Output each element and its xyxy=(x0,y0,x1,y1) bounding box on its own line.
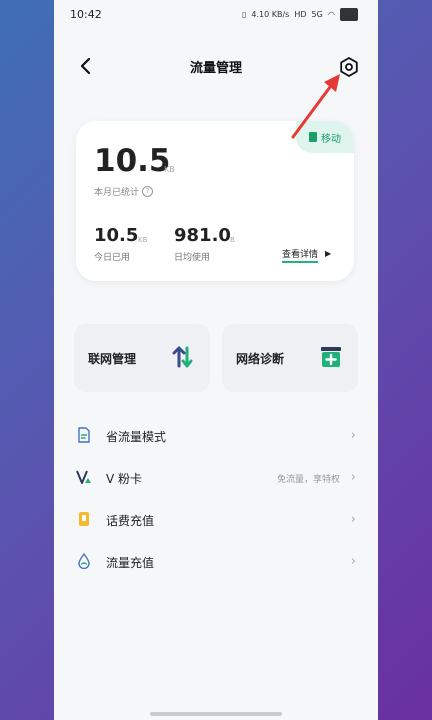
list-item-label: 话费充值 xyxy=(106,514,155,528)
daily-avg-unit: B xyxy=(230,236,235,244)
usage-card: 移动 10.5 KB 本月已统计 ? 10.5 KB 今日已用 981.0 B … xyxy=(76,121,354,281)
network-speed: 4.10 KB/s xyxy=(251,10,290,19)
list-item-phone-bill[interactable]: 话费充值 › xyxy=(54,500,378,542)
month-usage-label-text: 本月已统计 xyxy=(94,188,140,198)
status-icons: ▯ 4.10 KB/s HD 5G ◠ 54 xyxy=(242,8,358,21)
signal-icon: 5G xyxy=(311,10,323,19)
app-screen: 10:42 ▯ 4.10 KB/s HD 5G ◠ 54 流量管理 移动 10.… xyxy=(54,0,378,720)
month-usage-label: 本月已统计 ? xyxy=(94,185,154,198)
list-item-v-card[interactable]: V 粉卡 免流量，享特权 › xyxy=(54,458,378,500)
carrier-badge[interactable]: 移动 xyxy=(296,121,354,153)
hd-icon: HD xyxy=(294,10,307,19)
today-usage-label: 今日已用 xyxy=(94,253,131,263)
help-icon[interactable]: ? xyxy=(142,186,154,197)
status-time: 10:42 xyxy=(70,8,102,21)
wifi-icon: ◠ xyxy=(327,10,335,19)
page-title: 流量管理 xyxy=(189,61,242,76)
phone-bill-icon xyxy=(79,512,89,526)
list-item-hint: 免流量，享特权 xyxy=(276,475,340,485)
home-indicator[interactable] xyxy=(150,712,282,716)
vibrate-icon: ▯ xyxy=(241,10,247,19)
battery-icon: 54 xyxy=(339,8,358,21)
chevron-right-icon: › xyxy=(350,428,356,443)
document-icon xyxy=(78,427,90,443)
network-management-tile[interactable]: 联网管理 xyxy=(74,324,210,392)
view-details-link[interactable]: 查看详情 xyxy=(282,247,319,263)
play-arrow-icon: ▶ xyxy=(325,249,332,258)
chevron-right-icon: › xyxy=(350,512,356,527)
today-usage-unit: KB xyxy=(138,236,148,244)
toolbox-plus-icon xyxy=(321,347,341,367)
daily-avg-label: 日均使用 xyxy=(174,253,211,263)
network-management-label: 联网管理 xyxy=(88,352,137,366)
list-item-data-saver[interactable]: 省流量模式 › xyxy=(54,416,378,458)
list-item-label: V 粉卡 xyxy=(106,472,143,486)
chevron-right-icon: › xyxy=(350,470,356,485)
carrier-label: 移动 xyxy=(321,133,341,145)
top-bar: 流量管理 xyxy=(54,50,378,82)
settings-gear-icon[interactable] xyxy=(338,56,360,78)
daily-avg-value: 981.0 xyxy=(174,225,231,246)
month-usage-value: 10.5 xyxy=(94,143,171,179)
sim-card-icon xyxy=(309,132,317,142)
options-list: 省流量模式 › V 粉卡 免流量，享特权 › 话费充值 › 流量充值 › xyxy=(54,416,378,584)
network-diagnosis-tile[interactable]: 网络诊断 xyxy=(222,324,358,392)
chevron-right-icon: › xyxy=(350,554,356,569)
today-usage-value: 10.5 xyxy=(94,225,139,246)
v-card-icon xyxy=(76,470,91,484)
list-item-data-recharge[interactable]: 流量充值 › xyxy=(54,542,378,584)
list-item-label: 流量充值 xyxy=(106,556,155,570)
up-down-arrows-icon xyxy=(172,346,193,368)
status-bar: 10:42 ▯ 4.10 KB/s HD 5G ◠ 54 xyxy=(54,0,378,30)
month-usage-unit: KB xyxy=(164,165,175,174)
list-item-label: 省流量模式 xyxy=(106,430,167,444)
network-diagnosis-label: 网络诊断 xyxy=(236,352,285,366)
droplet-icon xyxy=(78,553,90,569)
